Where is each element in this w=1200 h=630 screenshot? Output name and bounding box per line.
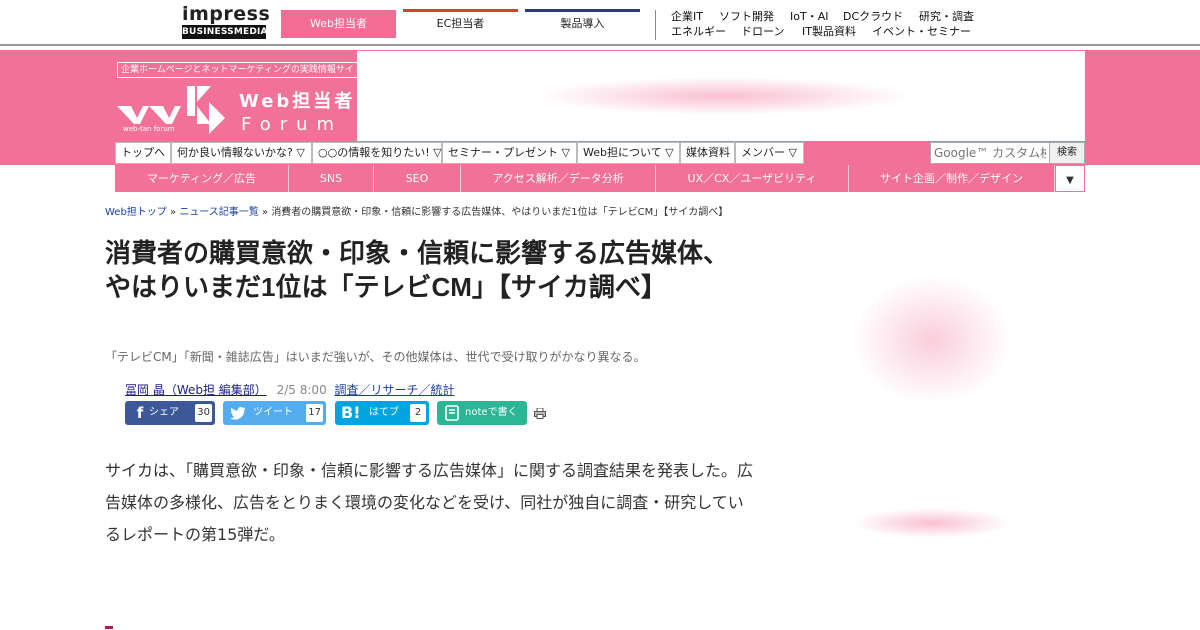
publish-date: 2/5 8:00 [276, 383, 327, 397]
category-link[interactable]: DCクラウド [843, 10, 903, 24]
banner-ad[interactable] [357, 51, 1085, 141]
category-link[interactable]: IT製品資料 [802, 25, 856, 39]
article-lead: サイカは、「購買意欲・印象・信頼に影響する広告媒体」に関する調査結果を発表した。… [105, 461, 754, 544]
twitter-share-button[interactable]: ツイート 17 [223, 401, 326, 425]
article-subtitle: 「テレビCM」「新聞・雑誌広告」はいまだ強いが、その他媒体は、世代で受け取りがか… [105, 350, 646, 364]
print-icon[interactable] [534, 408, 546, 419]
category-link[interactable]: 研究・調査 [919, 10, 974, 24]
sidebar-ad-placeholder[interactable] [852, 275, 1012, 405]
impress-logo-text: impress [182, 3, 271, 25]
category-seo[interactable]: SEO [374, 165, 461, 192]
category-marketing[interactable]: マーケティング／広告 [115, 165, 289, 192]
article-title: 消費者の購買意欲・印象・信頼に影響する広告媒体、やはりいまだ1位は「テレビCM」… [105, 238, 730, 302]
category-link[interactable]: IoT・AI [790, 10, 828, 24]
site-logo[interactable]: 企業ホームページとネットマーケティングの実践情報サイト web-tan foru… [113, 52, 367, 140]
article-category-link[interactable]: 調査／リサーチ／統計 [335, 383, 455, 397]
note-icon [445, 405, 459, 421]
nav-seminar[interactable]: セミナー・プレゼント ▽ [442, 142, 577, 164]
author-link[interactable]: 冨岡 晶（Web担 編集部） [125, 383, 267, 397]
sidebar-ad-placeholder[interactable] [852, 508, 1012, 538]
breadcrumb-current: 消費者の購買意欲・印象・信頼に影響する広告媒体、やはりいまだ1位は「テレビCM」… [271, 207, 729, 218]
site-tab-label: Web担当者 [310, 17, 367, 30]
site-tab-label: 製品導入 [560, 17, 605, 30]
nav-top[interactable]: トップへ [115, 142, 171, 164]
main-nav: トップへ 何か良い情報ないかな? ▽ ○○の情報を知りたい! ▽ セミナー・プレ… [115, 142, 1085, 164]
category-link[interactable]: 企業IT [671, 10, 703, 24]
category-site-design[interactable]: サイト企画／制作／デザイン [849, 165, 1055, 192]
search-button[interactable]: 検索 [1049, 142, 1085, 164]
tab-accent-bar [403, 9, 518, 12]
hatena-icon: B! [341, 403, 361, 422]
tab-accent-bar [525, 9, 640, 12]
category-bar: マーケティング／広告 SNS SEO アクセス解析／データ分析 UX／CX／ユー… [115, 165, 1085, 192]
header-divider [655, 10, 656, 40]
category-analytics[interactable]: アクセス解析／データ分析 [461, 165, 656, 192]
facebook-icon: f [136, 404, 144, 422]
logo-tagline: 企業ホームページとネットマーケティングの実践情報サイト [117, 62, 367, 78]
share-label: シェア [149, 407, 179, 418]
section-marker [105, 626, 113, 629]
share-label: noteで書く [465, 407, 518, 418]
logo-small-text: web-tan forum [123, 125, 175, 133]
global-header: impress BUSINESSMEDIA Web担当者 EC担当者 製品導入 … [0, 0, 1200, 46]
breadcrumb-news[interactable]: ニュース記事一覧 [179, 207, 259, 218]
nav-about[interactable]: Web担について ▽ [577, 142, 680, 164]
site-tab-products[interactable]: 製品導入 [525, 9, 640, 38]
breadcrumb: Web担トップ » ニュース記事一覧 » 消費者の購買意欲・印象・信頼に影響する… [105, 203, 728, 218]
twitter-icon [230, 406, 246, 420]
share-label: はてブ [369, 407, 399, 418]
share-label: ツイート [253, 407, 293, 418]
nav-find-info[interactable]: 何か良い情報ないかな? ▽ [171, 142, 312, 164]
breadcrumb-home[interactable]: Web担トップ [105, 207, 167, 218]
impress-logo-sub: BUSINESSMEDIA [182, 25, 268, 39]
article-meta: 冨岡 晶（Web担 編集部） 2/5 8:00 調査／リサーチ／統計 [125, 381, 455, 398]
site-tab-label: EC担当者 [436, 17, 485, 30]
nav-want-info[interactable]: ○○の情報を知りたい! ▽ [312, 142, 442, 164]
logo-name-jp: Web担当者 [239, 90, 355, 112]
search-input[interactable] [930, 142, 1050, 164]
category-link[interactable]: ソフト開発 [719, 10, 774, 24]
impress-logo[interactable]: impress BUSINESSMEDIA [182, 3, 271, 41]
ad-placeholder-glow [532, 77, 912, 115]
category-link[interactable]: イベント・セミナー [872, 25, 971, 39]
breadcrumb-separator: » [170, 207, 177, 218]
nav-media-kit[interactable]: 媒体資料 [680, 142, 735, 164]
note-write-button[interactable]: noteで書く [437, 401, 527, 425]
category-link[interactable]: ドローン [741, 25, 784, 39]
share-count: 2 [410, 404, 426, 422]
web-tan-logo-icon: web-tan forum Web担当者 Forum [117, 86, 355, 135]
logo-name-en: Forum [241, 114, 343, 135]
category-link[interactable]: エネルギー [671, 25, 726, 39]
breadcrumb-separator: » [262, 207, 269, 218]
hatena-bookmark-button[interactable]: B! はてブ 2 [335, 401, 429, 425]
category-sns[interactable]: SNS [289, 165, 374, 192]
more-categories-icon[interactable]: ▼ [1055, 165, 1085, 192]
site-tab-web[interactable]: Web担当者 [281, 10, 396, 38]
share-count: 17 [306, 404, 323, 422]
facebook-share-button[interactable]: f シェア 30 [125, 401, 215, 425]
nav-member[interactable]: メンバー ▽ [735, 142, 804, 164]
site-tab-ec[interactable]: EC担当者 [403, 9, 518, 38]
category-ux[interactable]: UX／CX／ユーザビリティ [656, 165, 849, 192]
share-count: 30 [195, 404, 212, 422]
